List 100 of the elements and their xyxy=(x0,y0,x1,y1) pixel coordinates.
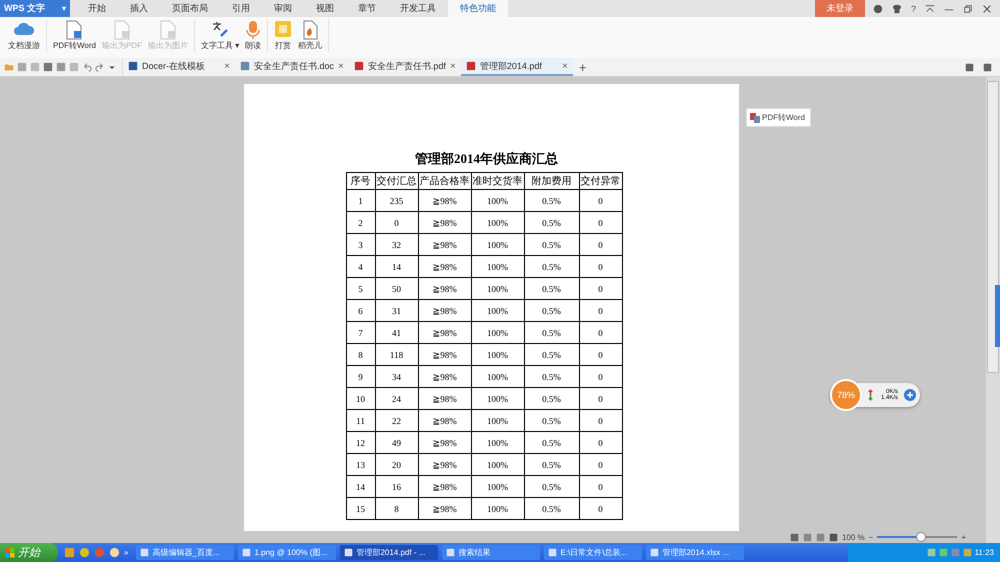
menu-tab[interactable]: 特色功能 xyxy=(448,0,508,17)
table-cell: ≧98% xyxy=(418,234,471,256)
document-tab[interactable]: 安全生产责任书.pdf × xyxy=(348,58,461,76)
table-cell: 0.5% xyxy=(524,190,579,212)
table-cell: 34 xyxy=(375,366,418,388)
cloud-icon xyxy=(13,20,35,36)
table-cell: 0.5% xyxy=(524,344,579,366)
table-cell: 0.5% xyxy=(524,234,579,256)
table-cell: 50 xyxy=(375,278,418,300)
close-tab-button[interactable]: × xyxy=(338,60,344,72)
menu-tab[interactable]: 审阅 xyxy=(262,0,304,17)
shirt-icon[interactable] xyxy=(892,4,902,14)
taskbar-item[interactable]: 1.png @ 100% (图... xyxy=(238,545,336,560)
caret-icon[interactable]: ▾ xyxy=(62,4,66,13)
table-cell: 14 xyxy=(346,476,375,498)
collapse-icon[interactable] xyxy=(925,4,935,14)
table-cell: 16 xyxy=(375,476,418,498)
table-cell: 0 xyxy=(579,256,622,278)
menu-tab[interactable]: 视图 xyxy=(304,0,346,17)
table-cell: 14 xyxy=(375,256,418,278)
document-tab[interactable]: 管理部2014.pdf × xyxy=(460,58,573,76)
table-cell: 0.5% xyxy=(524,278,579,300)
chat-icon[interactable] xyxy=(109,547,120,558)
zoom-out-button[interactable]: − xyxy=(868,532,874,542)
table-cell: 0 xyxy=(375,212,418,234)
table-cell: 0 xyxy=(579,410,622,432)
table-cell: 11 xyxy=(346,410,375,432)
table-cell: 100% xyxy=(471,256,524,278)
table-cell: 7 xyxy=(346,322,375,344)
ribbon-button[interactable]: 稻壳儿 xyxy=(296,19,324,52)
ribbon-button[interactable]: 朗读 xyxy=(243,19,264,52)
column-header: 准时交货率 xyxy=(471,172,524,190)
table-cell: 1 xyxy=(346,190,375,212)
table-cell: 235 xyxy=(375,190,418,212)
table-cell: ≧98% xyxy=(418,322,471,344)
table-cell: 100% xyxy=(471,344,524,366)
table-cell: ≧98% xyxy=(418,300,471,322)
close-tab-button[interactable]: × xyxy=(224,60,230,72)
new-tab-button[interactable]: + xyxy=(572,58,592,76)
more-button[interactable]: » xyxy=(124,548,128,557)
zoom-in-button[interactable]: + xyxy=(961,532,966,542)
folder-icon[interactable] xyxy=(4,62,14,72)
table-cell: 0 xyxy=(579,498,622,520)
taskbar-item[interactable]: 搜索结果 xyxy=(442,545,540,560)
table-cell: 20 xyxy=(375,454,418,476)
table-cell: 0.5% xyxy=(524,454,579,476)
help-button[interactable]: ? xyxy=(910,4,916,14)
table-cell: 8 xyxy=(375,498,418,520)
restore-icon[interactable] xyxy=(963,4,973,14)
zoom-level: 100 % xyxy=(842,532,865,542)
app-menu-button[interactable]: WPS 文字 ▾ xyxy=(0,0,70,17)
table-cell: 0 xyxy=(579,322,622,344)
pdf-to-word-button[interactable]: PDF转Word xyxy=(746,108,811,127)
menu-tab[interactable]: 开始 xyxy=(76,0,118,17)
menu-tab[interactable]: 插入 xyxy=(118,0,160,17)
table-cell: 100% xyxy=(471,278,524,300)
close-tab-button[interactable]: × xyxy=(450,60,456,72)
scrollbar[interactable] xyxy=(986,77,1000,543)
document-tab[interactable]: 安全生产责任书.doc × xyxy=(235,58,349,76)
table-cell: ≧98% xyxy=(418,366,471,388)
table-cell: 118 xyxy=(375,344,418,366)
table-cell: 0 xyxy=(579,388,622,410)
table-cell: 6 xyxy=(346,300,375,322)
menu-tab[interactable]: 页面布局 xyxy=(160,0,220,17)
table-cell: ≧98% xyxy=(418,498,471,520)
table-cell: 100% xyxy=(471,190,524,212)
table-cell: 0 xyxy=(579,190,622,212)
ribbon-button[interactable]: PDF转Word xyxy=(51,19,98,52)
table-cell: 0 xyxy=(579,366,622,388)
menu-tab[interactable]: 章节 xyxy=(346,0,388,17)
converter-icon xyxy=(750,112,760,122)
taskbar-item[interactable]: E:\日常文件\总装... xyxy=(544,545,642,560)
table-cell: ≧98% xyxy=(418,278,471,300)
table-cell: 0.5% xyxy=(524,300,579,322)
table-cell: 9 xyxy=(346,366,375,388)
table-cell: 100% xyxy=(471,234,524,256)
taskbar-item[interactable]: 管理部2014.xlsx ... xyxy=(646,545,744,560)
windows-logo-icon xyxy=(5,548,15,558)
redo-icon[interactable] xyxy=(95,62,105,72)
boost-icon[interactable] xyxy=(904,389,916,401)
close-tab-button[interactable]: × xyxy=(562,60,568,72)
ribbon-button[interactable]: 打赏 xyxy=(272,19,294,52)
undo-icon[interactable] xyxy=(82,62,92,72)
menu-tab[interactable]: 开发工具 xyxy=(388,0,448,17)
taskbar-item[interactable]: 管理部2014.pdf - ... xyxy=(340,545,438,560)
document-tab[interactable]: Docer-在线模板 × xyxy=(123,58,235,76)
slider-thumb[interactable] xyxy=(916,532,926,542)
table-cell: ≧98% xyxy=(418,212,471,234)
table-cell: 0 xyxy=(579,454,622,476)
ribbon-button[interactable]: 文字工具 ▾ xyxy=(198,19,242,52)
close-icon[interactable] xyxy=(982,4,992,14)
table-cell: 5 xyxy=(346,278,375,300)
scroll-thumb[interactable] xyxy=(987,81,999,373)
table-cell: 0 xyxy=(579,212,622,234)
table-cell: 0.5% xyxy=(524,212,579,234)
table-cell: 100% xyxy=(471,212,524,234)
ribbon-button[interactable]: 文档漫游 xyxy=(6,19,42,52)
menu-tab[interactable]: 引用 xyxy=(220,0,262,17)
taskbar-item[interactable]: 高级编辑器_百度... xyxy=(136,545,234,560)
column-header: 交付汇总 xyxy=(375,172,418,190)
